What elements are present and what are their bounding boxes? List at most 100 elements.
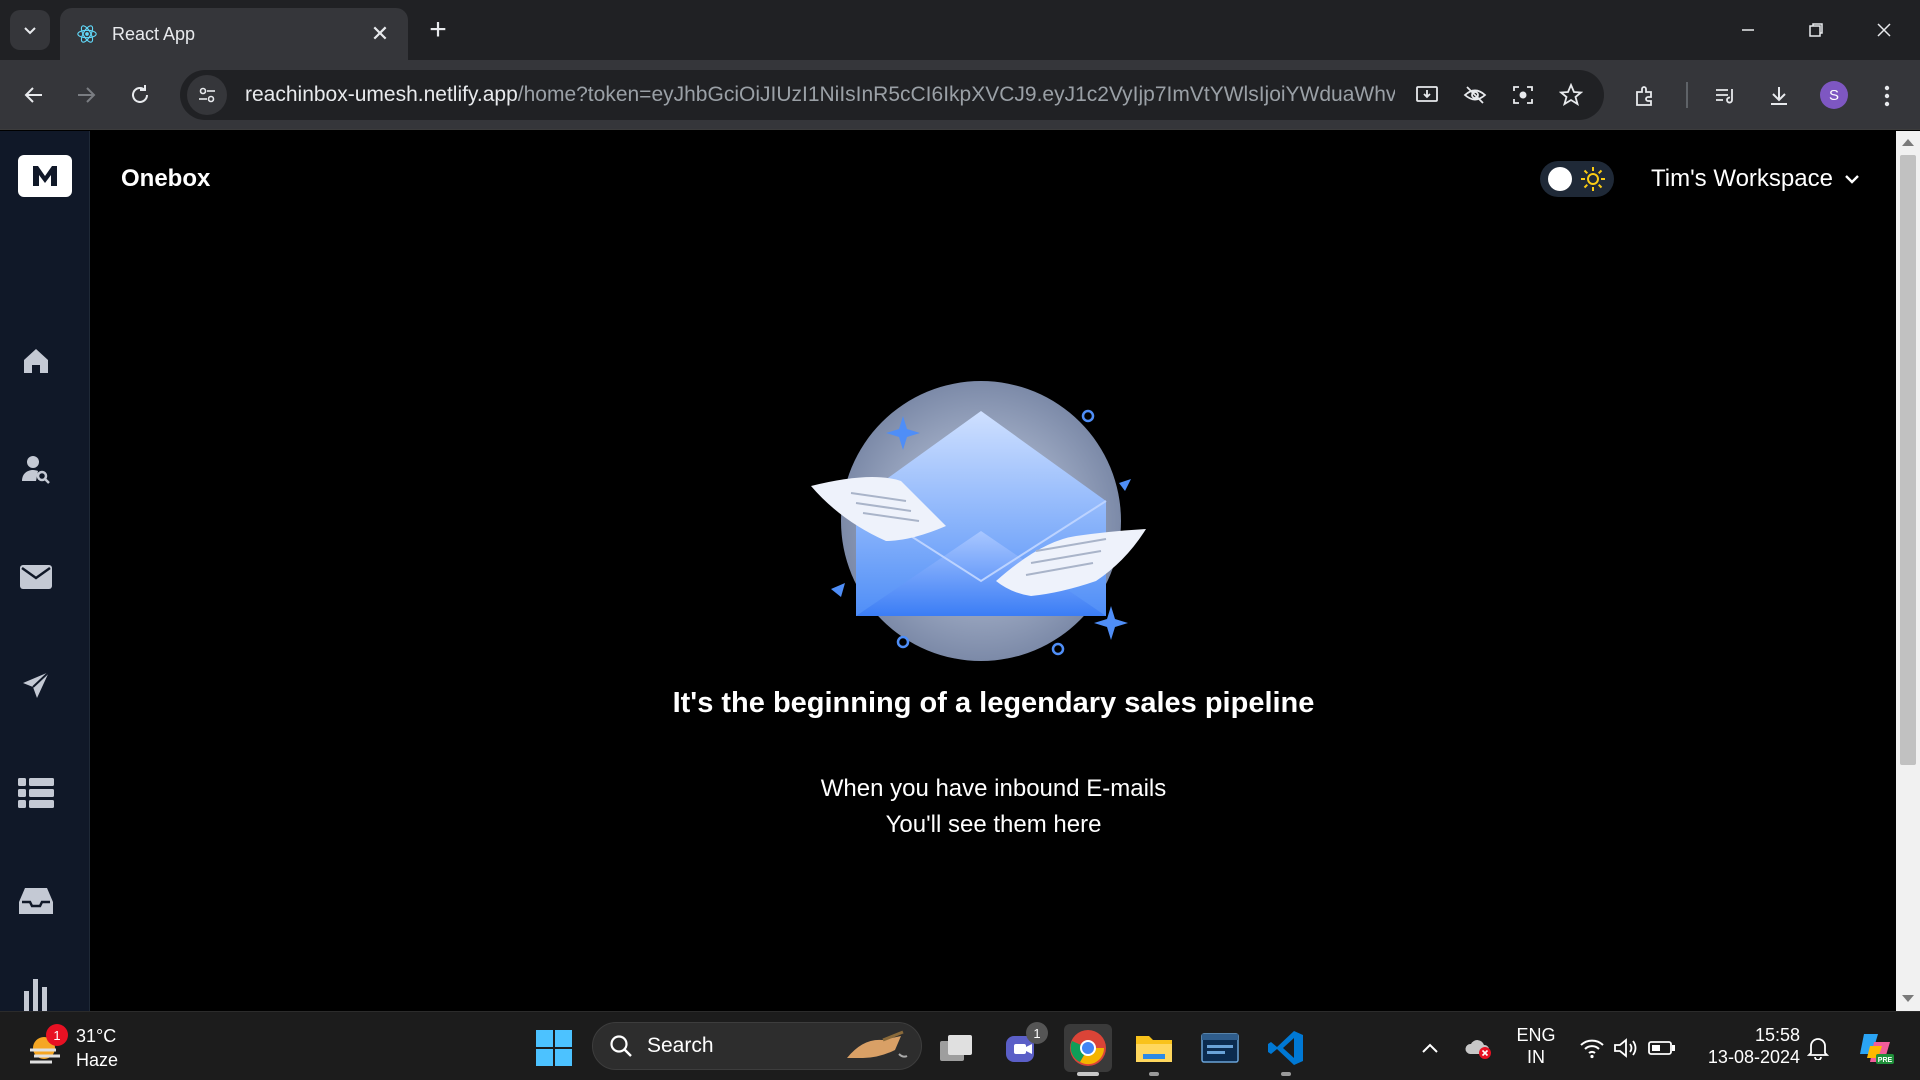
taskbar-search[interactable]: Search bbox=[592, 1022, 922, 1070]
scroll-up-arrow[interactable] bbox=[1902, 139, 1914, 146]
arrow-right-icon bbox=[78, 87, 96, 103]
running-indicator bbox=[1149, 1072, 1159, 1076]
restore-icon bbox=[1809, 23, 1823, 37]
list-icon bbox=[18, 778, 54, 808]
sidebar-item-send[interactable] bbox=[14, 663, 58, 707]
weather-widget[interactable]: 1 31°C Haze bbox=[26, 1024, 118, 1072]
envelope-illustration bbox=[811, 381, 1146, 661]
theme-toggle[interactable] bbox=[1540, 161, 1614, 197]
workspace-selector[interactable]: Tim's Workspace bbox=[1651, 165, 1859, 193]
minimize-icon bbox=[1742, 29, 1754, 31]
active-indicator bbox=[1077, 1072, 1099, 1076]
arrow-left-icon bbox=[24, 87, 42, 103]
onedrive-error-icon[interactable] bbox=[1464, 1034, 1492, 1062]
lens-icon[interactable] bbox=[1508, 80, 1538, 110]
teams-badge: 1 bbox=[1026, 1022, 1048, 1044]
sun-icon bbox=[1581, 167, 1605, 191]
window-restore-button[interactable] bbox=[1782, 0, 1850, 60]
toggle-knob bbox=[1548, 167, 1572, 191]
extensions-icon[interactable] bbox=[1628, 79, 1662, 113]
windows-taskbar: 1 31°C Haze Search 1 ENG IN 15:58 13-08-… bbox=[0, 1011, 1920, 1080]
sidebar-item-inbox[interactable] bbox=[14, 879, 58, 923]
url-text[interactable]: reachinbox-umesh.netlify.app/home?token=… bbox=[245, 83, 1395, 107]
tab-title: React App bbox=[112, 23, 196, 44]
lang-code: ENG bbox=[1516, 1025, 1556, 1045]
copilot-icon[interactable]: PRE bbox=[1856, 1028, 1896, 1068]
taskbar-task-view[interactable] bbox=[932, 1024, 980, 1072]
search-highlight-icon bbox=[847, 1030, 908, 1058]
reload-icon bbox=[132, 85, 148, 103]
chevron-down-icon bbox=[24, 27, 36, 35]
volume-icon[interactable] bbox=[1612, 1034, 1640, 1062]
taskbar-file-explorer[interactable] bbox=[1130, 1024, 1178, 1076]
tab-search-button[interactable] bbox=[10, 10, 50, 50]
tab-close-icon[interactable]: ✕ bbox=[368, 21, 392, 46]
reload-button[interactable] bbox=[122, 77, 158, 113]
site-info-button[interactable] bbox=[187, 75, 227, 115]
folder-icon bbox=[1136, 1036, 1172, 1062]
sidebar bbox=[0, 131, 90, 1011]
clock[interactable]: 15:58 13-08-2024 bbox=[1696, 1024, 1800, 1068]
taskbar-chrome[interactable] bbox=[1064, 1024, 1112, 1076]
browser-toolbar: reachinbox-umesh.netlify.app/home?token=… bbox=[0, 60, 1920, 130]
tune-icon bbox=[199, 87, 215, 103]
wifi-icon[interactable] bbox=[1578, 1034, 1606, 1062]
download-icon[interactable] bbox=[1762, 79, 1796, 113]
back-button[interactable] bbox=[16, 77, 52, 113]
app-root: Onebox Tim's Workspace It's the beginnin… bbox=[0, 131, 1920, 1011]
windows-logo-icon bbox=[536, 1030, 572, 1066]
window-close-button[interactable] bbox=[1850, 0, 1918, 60]
media-control-icon[interactable] bbox=[1708, 79, 1742, 113]
language-indicator[interactable]: ENG IN bbox=[1512, 1024, 1560, 1068]
start-button[interactable] bbox=[530, 1024, 578, 1072]
user-search-icon bbox=[22, 456, 50, 484]
bookmark-star-icon[interactable] bbox=[1556, 80, 1586, 110]
weather-badge: 1 bbox=[46, 1024, 68, 1046]
send-icon bbox=[23, 671, 50, 698]
chevron-down-icon bbox=[1845, 175, 1859, 184]
more-vertical-icon[interactable] bbox=[1870, 79, 1904, 113]
workspace-name: Tim's Workspace bbox=[1651, 165, 1833, 192]
toolbar-separator bbox=[1686, 82, 1688, 108]
empty-state-line-2: You'll see them here bbox=[885, 811, 1102, 838]
scroll-thumb[interactable] bbox=[1900, 155, 1916, 765]
mysql-workbench-icon bbox=[1201, 1033, 1239, 1063]
forward-button[interactable] bbox=[68, 77, 104, 113]
scroll-down-arrow[interactable] bbox=[1902, 995, 1914, 1002]
empty-state-heading: It's the beginning of a legendary sales … bbox=[672, 687, 1315, 719]
app-header: Onebox Tim's Workspace bbox=[91, 131, 1896, 231]
battery-icon[interactable] bbox=[1648, 1034, 1676, 1062]
task-view-icon bbox=[940, 1035, 972, 1061]
notification-bell-icon[interactable] bbox=[1804, 1034, 1832, 1062]
sidebar-item-home[interactable] bbox=[14, 339, 58, 383]
sidebar-item-mail[interactable] bbox=[14, 555, 58, 599]
search-icon bbox=[610, 1035, 632, 1057]
bar-chart-icon bbox=[24, 979, 47, 1011]
chrome-icon bbox=[1070, 1030, 1106, 1066]
taskbar-vscode[interactable] bbox=[1262, 1024, 1310, 1076]
empty-state: It's the beginning of a legendary sales … bbox=[91, 231, 1896, 1011]
sidebar-item-user-search[interactable] bbox=[14, 447, 58, 491]
app-logo-icon[interactable] bbox=[18, 155, 72, 197]
window-minimize-button[interactable] bbox=[1714, 0, 1782, 60]
tray-overflow-chevron-icon[interactable] bbox=[1416, 1034, 1444, 1062]
clock-time: 15:58 bbox=[1754, 1025, 1800, 1045]
clock-date: 13-08-2024 bbox=[1707, 1047, 1800, 1067]
page-scrollbar[interactable] bbox=[1896, 131, 1920, 1011]
browser-tab-active[interactable]: React App ✕ bbox=[60, 8, 408, 60]
new-tab-button[interactable]: + bbox=[422, 13, 454, 46]
page-title: Onebox bbox=[121, 165, 211, 192]
profile-avatar[interactable]: S bbox=[1820, 81, 1848, 109]
react-icon bbox=[77, 25, 97, 43]
browser-tab-strip: React App ✕ + bbox=[0, 0, 1920, 60]
sidebar-item-analytics[interactable] bbox=[14, 971, 58, 1011]
taskbar-mysql[interactable] bbox=[1196, 1024, 1244, 1072]
empty-state-line-1: When you have inbound E-mails bbox=[820, 775, 1167, 802]
install-app-icon[interactable] bbox=[1412, 80, 1442, 110]
address-bar[interactable]: reachinbox-umesh.netlify.app/home?token=… bbox=[180, 70, 1604, 120]
taskbar-teams[interactable]: 1 bbox=[998, 1022, 1048, 1072]
sidebar-item-list[interactable] bbox=[14, 771, 58, 815]
url-path: /home?token=eyJhbGciOiJIUzI1NiIsInR5cCI6… bbox=[517, 83, 1395, 106]
svg-text:PRE: PRE bbox=[1878, 1057, 1893, 1064]
eye-off-icon[interactable] bbox=[1460, 80, 1490, 110]
